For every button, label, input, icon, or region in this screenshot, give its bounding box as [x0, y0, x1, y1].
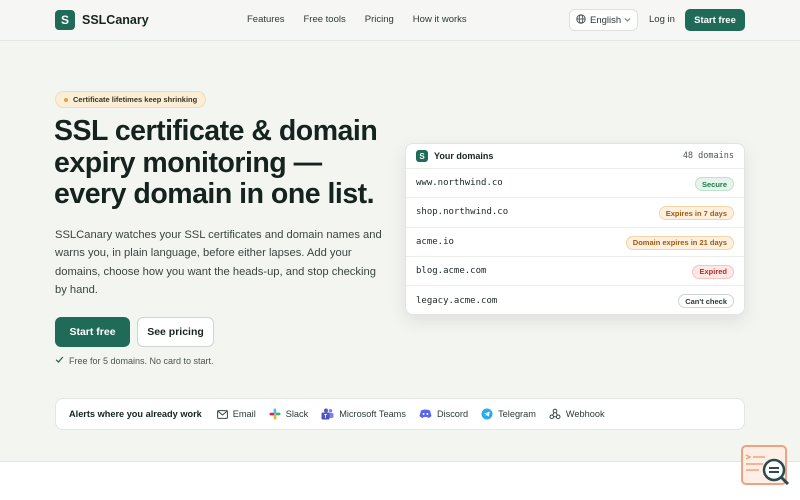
check-icon: [55, 355, 64, 366]
domain-row[interactable]: acme.io Domain expires in 21 days: [406, 228, 744, 257]
alerts-label: Alerts where you already work: [69, 409, 202, 419]
status-badge: Can't check: [678, 294, 734, 309]
domains-card-title: Your domains: [434, 151, 494, 161]
badge-text: Certificate lifetimes keep shrinking: [73, 95, 198, 104]
language-selector[interactable]: English: [569, 9, 638, 31]
channel-name: Email: [232, 409, 256, 419]
logo[interactable]: S SSLCanary: [55, 10, 149, 30]
nav-free-tools[interactable]: Free tools: [304, 14, 346, 25]
free-plan-note: Free for 5 domains. No card to start.: [55, 355, 214, 366]
webhook-icon: [549, 408, 561, 420]
domain-row[interactable]: blog.acme.com Expired: [406, 257, 744, 287]
chevron-down-icon: [624, 15, 631, 26]
next-section: [0, 462, 800, 500]
channel-name: Telegram: [498, 409, 536, 419]
brand-name: SSLCanary: [82, 13, 149, 27]
domain-row[interactable]: www.northwind.co Secure: [406, 169, 744, 199]
help-widget-icon[interactable]: [741, 444, 791, 490]
domains-card: S Your domains 48 domains www.northwind.…: [405, 143, 745, 315]
status-badge: Secure: [694, 177, 734, 191]
announcement-badge: Certificate lifetimes keep shrinking: [55, 91, 207, 108]
channel-name: Slack: [285, 409, 309, 419]
channel-email: Email: [216, 409, 256, 419]
hero-description: SSLCanary watches your SSL certificates …: [55, 229, 382, 296]
alert-channels-bar: Alerts where you already work Email Slac…: [55, 398, 745, 430]
channel-name: Discord: [436, 409, 469, 419]
domain-name: legacy.acme.com: [416, 295, 498, 306]
login-link[interactable]: Log in: [649, 14, 675, 25]
logo-mark-icon: S: [416, 150, 428, 162]
logo-mark-icon: S: [55, 10, 75, 30]
nav-pricing[interactable]: Pricing: [365, 14, 394, 25]
channel-telegram: Telegram: [481, 408, 536, 420]
nav-features[interactable]: Features: [247, 14, 285, 25]
channel-slack: Slack: [269, 408, 308, 420]
domain-name: acme.io: [416, 236, 454, 247]
status-badge: Expires in 7 days: [658, 206, 734, 221]
globe-icon: [576, 13, 586, 27]
header-start-free-button[interactable]: Start free: [685, 9, 745, 31]
domain-row[interactable]: legacy.acme.com Can't check: [406, 286, 744, 314]
channel-discord: Discord: [419, 409, 468, 419]
discord-icon: [419, 409, 432, 419]
see-pricing-button[interactable]: See pricing: [137, 317, 214, 347]
main-nav: Features Free tools Pricing How it works: [247, 14, 467, 25]
badge-dot-icon: [64, 97, 68, 102]
hero-title: SSL certificate & domain expiry monitori…: [54, 115, 378, 210]
channel-webhook: Webhook: [549, 408, 605, 420]
language-label: English: [590, 14, 622, 26]
domains-count: 48 domains: [682, 151, 734, 161]
channel-name: Webhook: [565, 409, 605, 419]
start-free-button[interactable]: Start free: [55, 317, 130, 347]
domains-card-header: S Your domains 48 domains: [406, 144, 744, 169]
site-header: S SSLCanary Features Free tools Pricing …: [0, 0, 800, 41]
free-note-text: Free for 5 domains. No card to start.: [69, 355, 214, 366]
channel-teams: T Microsoft Teams: [321, 408, 406, 420]
status-badge: Expired: [692, 264, 734, 279]
domain-row[interactable]: shop.northwind.co Expires in 7 days: [406, 198, 744, 228]
status-badge: Domain expires in 21 days: [625, 235, 734, 250]
channel-name: Microsoft Teams: [339, 409, 406, 419]
teams-icon: T: [321, 408, 334, 420]
slack-icon: [269, 408, 281, 420]
domain-name: shop.northwind.co: [416, 207, 509, 218]
mail-icon: [216, 409, 228, 419]
domain-name: www.northwind.co: [416, 178, 503, 189]
nav-how-it-works[interactable]: How it works: [413, 14, 467, 25]
telegram-icon: [481, 408, 493, 420]
domain-name: blog.acme.com: [416, 266, 487, 277]
